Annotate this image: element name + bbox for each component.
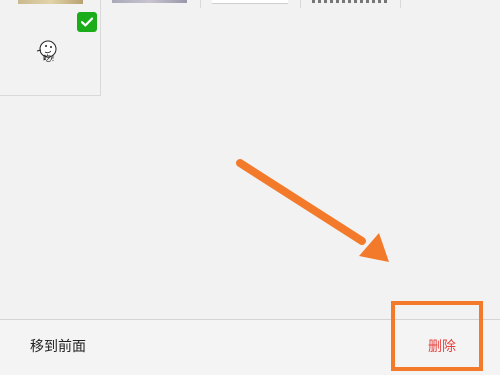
- checkmark-icon[interactable]: [77, 12, 97, 32]
- delete-highlight-box: [391, 301, 483, 371]
- sticker-management-screen: 吃！ 移到前面 删除: [0, 0, 500, 375]
- grid-divider: [100, 0, 101, 96]
- photo-thumbnail-2[interactable]: [112, 0, 187, 3]
- grid-divider: [400, 0, 401, 8]
- move-to-front-button[interactable]: 移到前面: [30, 339, 86, 355]
- photo-thumbnail-3[interactable]: [212, 0, 288, 4]
- sticker-caption: 吃！: [43, 54, 59, 63]
- grid-divider: [200, 0, 201, 8]
- photo-thumbnail-1[interactable]: [18, 0, 83, 4]
- grid-divider: [0, 95, 101, 96]
- meme-face-sticker-icon: [36, 40, 57, 61]
- grid-divider: [300, 0, 301, 8]
- photo-thumbnail-4[interactable]: [312, 0, 388, 3]
